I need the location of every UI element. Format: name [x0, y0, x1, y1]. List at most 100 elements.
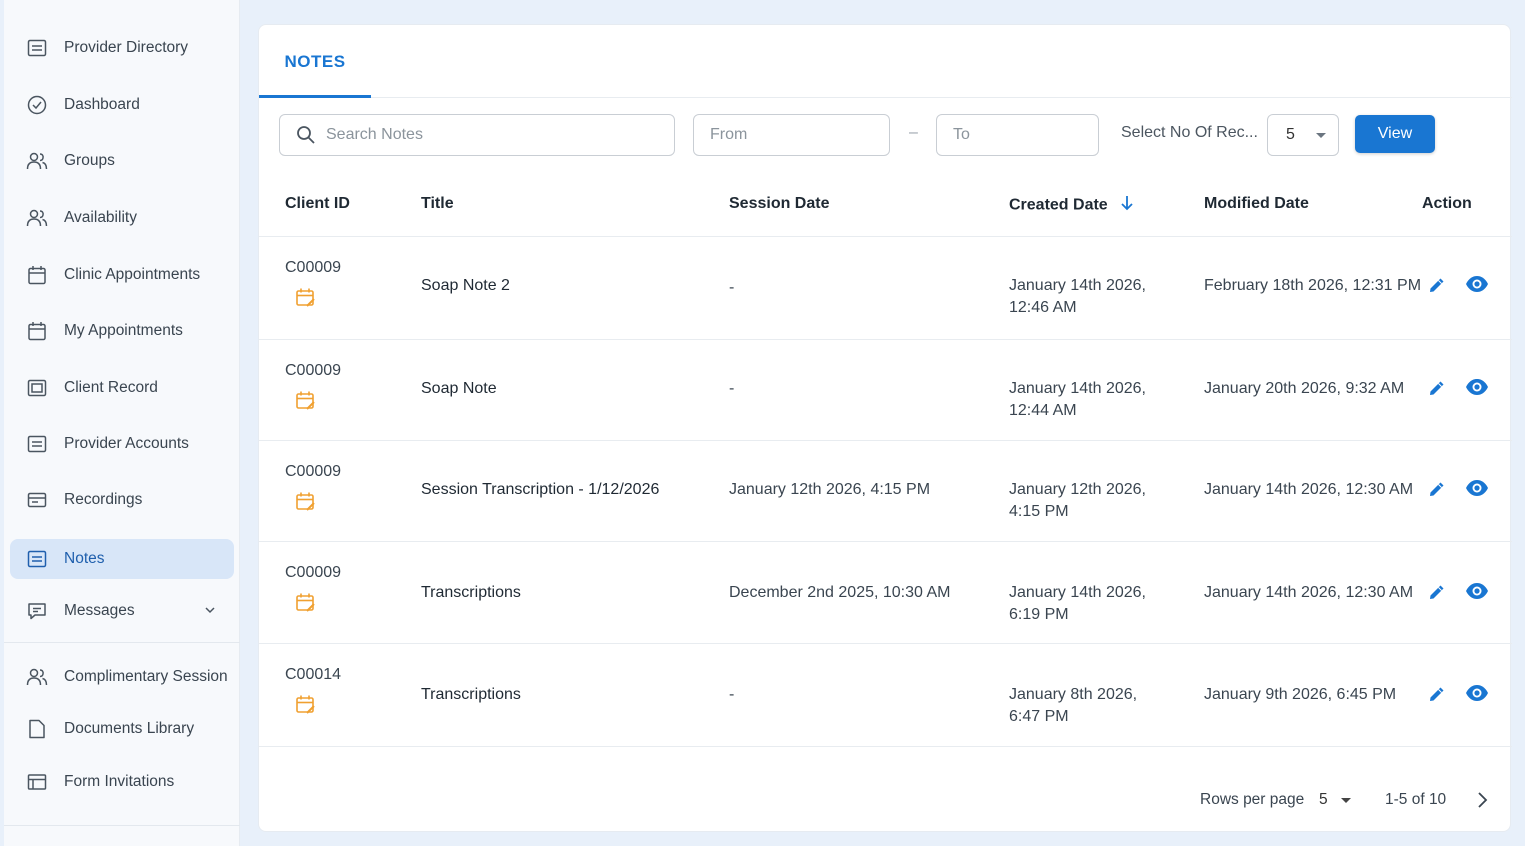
- chevron-right-icon[interactable]: [1471, 789, 1493, 811]
- people-icon: [26, 666, 48, 688]
- list-box-icon: [26, 548, 48, 570]
- search-field[interactable]: [279, 114, 675, 156]
- search-input[interactable]: [326, 123, 656, 147]
- sidebar-item-provider-accounts[interactable]: Provider Accounts: [10, 424, 234, 464]
- sidebar-divider: [4, 825, 240, 826]
- sidebar: Provider Directory Dashboard Groups Avai…: [4, 0, 240, 846]
- column-header-title[interactable]: Title: [421, 195, 454, 213]
- title-cell: Session Transcription - 1/12/2026: [421, 481, 660, 498]
- sort-arrow-down-icon[interactable]: [1120, 195, 1134, 216]
- sidebar-item-label: Complimentary Session: [64, 668, 228, 685]
- created-date-cell: January 14th 2026, 12:44 AM: [1009, 380, 1146, 419]
- title-cell: Soap Note: [421, 380, 497, 397]
- date-range-separator: –: [909, 124, 918, 141]
- sidebar-item-label: Form Invitations: [64, 773, 175, 790]
- sidebar-item-label: Provider Directory: [64, 39, 189, 56]
- table-divider: [259, 746, 1512, 747]
- column-header-action: Action: [1422, 195, 1472, 212]
- sidebar-item-recordings[interactable]: Recordings: [10, 480, 234, 520]
- title-cell: Transcriptions: [421, 584, 521, 601]
- from-date-field[interactable]: From: [693, 114, 890, 156]
- view-eye-icon[interactable]: [1465, 479, 1489, 501]
- view-eye-icon[interactable]: [1465, 684, 1489, 706]
- view-eye-icon[interactable]: [1465, 582, 1489, 604]
- sidebar-item-label: Dashboard: [64, 96, 140, 113]
- sidebar-item-label: Client Record: [64, 379, 158, 396]
- sidebar-item-dashboard[interactable]: Dashboard: [10, 85, 234, 125]
- column-header-session-date[interactable]: Session Date: [729, 195, 829, 213]
- tab-bar: NOTES: [259, 25, 1512, 98]
- edit-pencil-icon[interactable]: [1427, 479, 1449, 501]
- created-date-cell: January 12th 2026, 4:15 PM: [1009, 481, 1146, 520]
- sidebar-item-notes[interactable]: Notes: [10, 539, 234, 579]
- session-date-cell: December 2nd 2025, 10:30 AM: [729, 584, 951, 601]
- client-id-cell: C00014: [285, 666, 342, 683]
- session-date-cell: January 12th 2026, 4:15 PM: [729, 481, 931, 498]
- session-date-cell: -: [729, 380, 735, 397]
- sidebar-item-documents-library[interactable]: Documents Library: [10, 709, 234, 749]
- table-row[interactable]: C00009 Soap Note 2 - January 14th 2026, …: [259, 237, 1512, 339]
- session-date-cell: -: [729, 686, 735, 703]
- table-row[interactable]: C00014 Transcriptions - January 8th 2026…: [259, 644, 1512, 746]
- calendar-edit-icon[interactable]: [295, 390, 317, 417]
- sidebar-item-form-invitations[interactable]: Form Invitations: [10, 762, 234, 802]
- pagination-range: 1-5 of 10: [1385, 791, 1447, 808]
- modified-date-cell: January 14th 2026, 12:30 AM: [1204, 481, 1414, 498]
- table-row[interactable]: C00009 Soap Note - January 14th 2026, 12…: [259, 340, 1512, 440]
- rows-per-page-select[interactable]: 5: [1311, 787, 1357, 813]
- modified-date-cell: January 9th 2026, 6:45 PM: [1204, 686, 1397, 703]
- edit-pencil-icon[interactable]: [1427, 582, 1449, 604]
- view-eye-icon[interactable]: [1465, 378, 1489, 400]
- sidebar-item-label: Provider Accounts: [64, 435, 189, 452]
- view-eye-icon[interactable]: [1465, 275, 1489, 297]
- calendar-edit-icon[interactable]: [295, 287, 317, 314]
- edit-pencil-icon[interactable]: [1427, 275, 1449, 297]
- to-date-placeholder: To: [953, 126, 970, 143]
- records-label: Select No Of Rec...: [1121, 124, 1258, 141]
- calendar-edit-icon[interactable]: [295, 491, 317, 518]
- sidebar-item-label: Notes: [64, 550, 105, 567]
- chevron-down-icon[interactable]: [204, 603, 216, 621]
- edit-pencil-icon[interactable]: [1427, 684, 1449, 706]
- calendar-edit-icon[interactable]: [295, 592, 317, 619]
- rows-per-page-label: Rows per page: [1200, 791, 1305, 808]
- sidebar-item-label: Documents Library: [64, 720, 195, 737]
- column-header-label: Created Date: [1009, 196, 1108, 214]
- list-box-icon: [26, 433, 48, 455]
- caret-down-icon: [1341, 798, 1351, 803]
- sidebar-item-clinic-appointments[interactable]: Clinic Appointments: [10, 255, 234, 295]
- column-header-modified-date[interactable]: Modified Date: [1204, 195, 1309, 213]
- calendar-edit-icon[interactable]: [295, 694, 317, 721]
- created-date-cell: January 8th 2026, 6:47 PM: [1009, 686, 1138, 725]
- records-select-value: 5: [1286, 126, 1295, 143]
- sidebar-item-availability[interactable]: Availability: [10, 198, 234, 238]
- created-date-cell: January 14th 2026, 6:19 PM: [1009, 584, 1146, 623]
- modified-date-cell: January 14th 2026, 12:30 AM: [1204, 584, 1414, 601]
- view-button[interactable]: View: [1355, 115, 1435, 153]
- modified-date-cell: January 20th 2026, 9:32 AM: [1204, 380, 1405, 397]
- sidebar-item-messages[interactable]: Messages: [10, 591, 234, 631]
- form-icon: [26, 771, 48, 793]
- sidebar-divider: [4, 642, 240, 643]
- edit-pencil-icon[interactable]: [1427, 378, 1449, 400]
- records-select[interactable]: 5: [1267, 114, 1339, 156]
- sidebar-item-complimentary-session[interactable]: Complimentary Session: [10, 657, 234, 697]
- sidebar-item-label: Recordings: [64, 491, 143, 508]
- sidebar-item-groups[interactable]: Groups: [10, 141, 234, 181]
- to-date-field[interactable]: To: [936, 114, 1099, 156]
- column-header-client-id[interactable]: Client ID: [285, 195, 350, 213]
- caret-down-icon: [1316, 133, 1326, 138]
- sidebar-item-client-record[interactable]: Client Record: [10, 368, 234, 408]
- column-header-created-date[interactable]: Created Date: [1009, 195, 1134, 216]
- session-date-cell: -: [729, 279, 735, 296]
- check-circle-icon: [26, 94, 48, 116]
- sidebar-item-my-appointments[interactable]: My Appointments: [10, 311, 234, 351]
- table-row[interactable]: C00009 Transcriptions December 2nd 2025,…: [259, 542, 1512, 643]
- message-icon: [26, 600, 48, 622]
- table-row[interactable]: C00009 Session Transcription - 1/12/2026…: [259, 441, 1512, 541]
- list-box-icon: [26, 37, 48, 59]
- tab-notes[interactable]: NOTES: [259, 25, 371, 98]
- sidebar-item-provider-directory[interactable]: Provider Directory: [10, 28, 234, 68]
- document-icon: [26, 718, 48, 740]
- recording-icon: [26, 489, 48, 511]
